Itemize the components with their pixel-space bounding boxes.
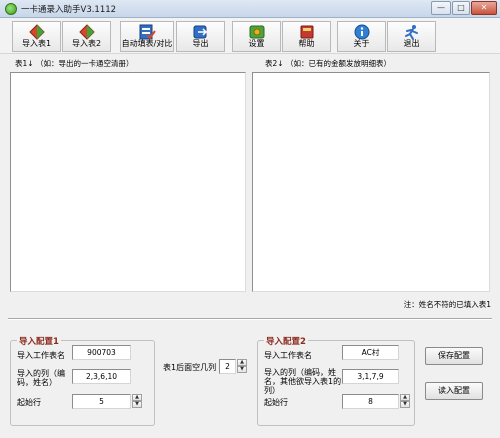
right-panel-caption: 表2↓ （如：已有的金额发放明细表）: [265, 59, 391, 68]
config1-start-input[interactable]: 5: [72, 394, 131, 409]
import-config2-title: 导入配置2: [264, 335, 308, 347]
config2-sheet-label: 导入工作表名: [264, 351, 312, 360]
config1-sheet-label: 导入工作表名: [17, 351, 65, 360]
status-note: 注：姓名不符的已填入表1: [403, 300, 491, 309]
settings-button[interactable]: 设置: [232, 21, 281, 52]
app-icon: [5, 3, 17, 15]
toolbar: 导入表1 导入表2 自动填表/对比 导出 设置 帮助 关于 退出: [0, 18, 500, 54]
table2-listbox[interactable]: [252, 72, 490, 292]
config1-cols-input[interactable]: 2,3,6,10: [72, 369, 131, 384]
config1-start-stepper[interactable]: ▲ ▼: [132, 394, 142, 409]
blank-columns-input[interactable]: 2: [219, 359, 236, 374]
config2-cols-label: 导入的列（编码，姓名，其他欲导入表1的列）: [264, 368, 342, 395]
autofill-compare-button[interactable]: 自动填表/对比: [120, 21, 174, 52]
config2-start-stepper[interactable]: ▲ ▼: [400, 394, 410, 409]
load-config-button[interactable]: 读入配置: [425, 382, 483, 400]
import-table1-button[interactable]: 导入表1: [12, 21, 61, 52]
export-button[interactable]: 导出: [176, 21, 225, 52]
config2-cols-input[interactable]: 3,1,7,9: [342, 369, 399, 384]
maximize-button[interactable]: □: [452, 1, 470, 15]
minimize-button[interactable]: —: [431, 1, 451, 15]
spin-up-icon[interactable]: ▲: [237, 359, 247, 366]
spin-up-icon[interactable]: ▲: [400, 394, 410, 401]
blank-columns-label: 表1后面空几列: [163, 363, 217, 372]
config2-sheet-input[interactable]: AC村: [342, 345, 399, 360]
spin-down-icon[interactable]: ▼: [237, 366, 247, 373]
help-button[interactable]: 帮助: [282, 21, 331, 52]
spin-up-icon[interactable]: ▲: [132, 394, 142, 401]
left-panel-caption: 表1↓ （如：导出的一卡通空清册）: [15, 59, 134, 68]
window-title: 一卡通录入助手V3.1112: [21, 5, 117, 15]
config1-cols-label: 导入的列（编码，姓名）: [17, 369, 65, 387]
exit-button[interactable]: 退出: [387, 21, 436, 52]
spin-down-icon[interactable]: ▼: [400, 401, 410, 408]
title-bar: 一卡通录入助手V3.1112 — □ ✕: [0, 0, 500, 18]
spin-down-icon[interactable]: ▼: [132, 401, 142, 408]
import-table2-button[interactable]: 导入表2: [62, 21, 111, 52]
save-config-button[interactable]: 保存配置: [425, 347, 483, 365]
table1-listbox[interactable]: [10, 72, 246, 292]
about-button[interactable]: 关于: [337, 21, 386, 52]
config1-sheet-input[interactable]: 900703: [72, 345, 131, 360]
close-button[interactable]: ✕: [471, 1, 497, 15]
divider: [8, 318, 492, 320]
config1-start-label: 起始行: [17, 398, 41, 407]
config2-start-label: 起始行: [264, 398, 288, 407]
import-config1-title: 导入配置1: [17, 335, 61, 347]
config2-start-input[interactable]: 8: [342, 394, 399, 409]
blank-columns-stepper[interactable]: ▲ ▼: [237, 359, 247, 374]
